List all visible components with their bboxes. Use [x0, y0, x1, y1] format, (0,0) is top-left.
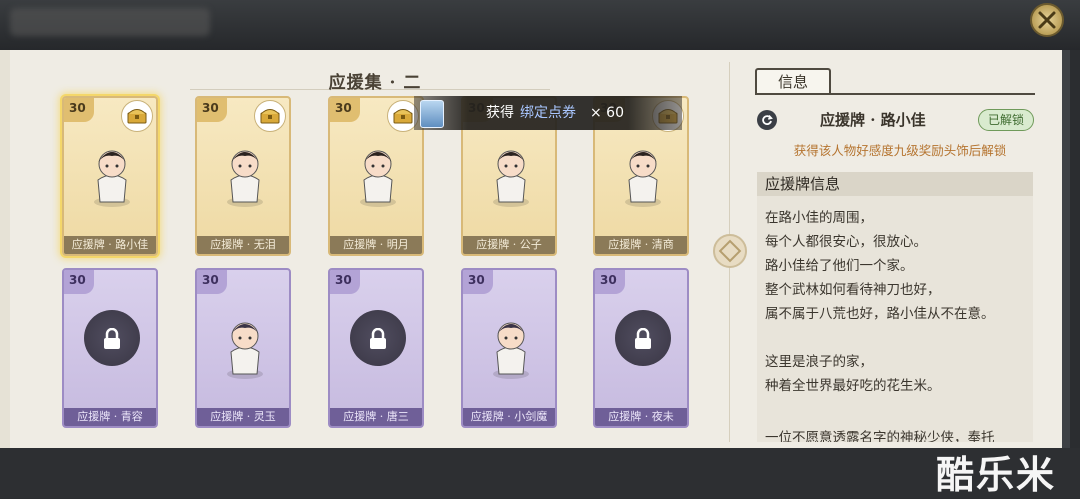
lock-icon — [368, 327, 388, 354]
bottom-bar — [0, 448, 1080, 498]
close-button[interactable] — [1030, 3, 1064, 37]
description-line: 每个人都很安心，很放心。 — [765, 234, 927, 250]
card-name: 应援牌 · 唐三 — [330, 408, 422, 426]
support-card[interactable]: 30 应援牌 · 唐三 — [328, 268, 424, 428]
panel-edge — [0, 50, 10, 448]
detail-title: 应援牌 · 路小佳 — [820, 111, 926, 129]
lock-icon — [633, 327, 653, 354]
description-line: 这里是浪子的家， — [765, 354, 873, 370]
support-card[interactable]: 30 应援牌 · 小剑魔 — [461, 268, 557, 428]
character-portrait — [621, 140, 665, 214]
card-name: 应援牌 · 明月 — [330, 236, 422, 254]
character-portrait — [90, 140, 134, 214]
ticket-icon — [420, 100, 444, 128]
reward-toast: 获得 绑定点券 × 60 — [414, 96, 682, 130]
card-name: 应援牌 · 清商 — [595, 236, 687, 254]
refresh-icon[interactable] — [757, 110, 777, 130]
support-card[interactable]: 30 应援牌 · 夜未 — [593, 268, 689, 428]
card-name: 应援牌 · 公子 — [463, 236, 555, 254]
close-icon — [1038, 11, 1056, 29]
description-line: 路小佳给了他们一个家。 — [765, 258, 914, 274]
status-badge: 已解锁 — [978, 109, 1034, 131]
lock-icon — [102, 327, 122, 354]
character-portrait — [223, 312, 267, 386]
card-level: 30 — [64, 270, 94, 294]
top-bar — [0, 0, 1080, 50]
card-level: 30 — [330, 98, 360, 122]
description-line: 一位不愿意透露名字的神秘少侠，奉托 — [765, 430, 995, 442]
toast-prefix: 获得 — [486, 105, 514, 121]
description-header: 应援牌信息 — [757, 172, 1033, 196]
character-portrait — [489, 140, 533, 214]
collection-title: 应援集 · 二 — [328, 73, 422, 93]
card-level: 30 — [330, 270, 360, 294]
card-level: 30 — [595, 270, 625, 294]
card-name: 应援牌 · 小剑魔 — [463, 408, 555, 426]
card-name: 应援牌 · 青容 — [64, 408, 156, 426]
tab-info[interactable]: 信息 — [755, 68, 831, 94]
card-level: 30 — [64, 98, 94, 122]
toast-item-name: 绑定点券 — [520, 105, 576, 121]
card-name: 应援牌 · 路小佳 — [64, 236, 156, 254]
toast-count: × 60 — [590, 105, 624, 121]
ornament-icon — [713, 234, 747, 268]
character-portrait — [489, 312, 533, 386]
card-name: 应援牌 · 夜未 — [595, 408, 687, 426]
card-level: 30 — [197, 98, 227, 122]
card-name: 应援牌 · 无泪 — [197, 236, 289, 254]
card-name: 应援牌 · 灵玉 — [197, 408, 289, 426]
top-bar-blurred-label — [10, 8, 210, 36]
support-card[interactable]: 30 应援牌 · 无泪 — [195, 96, 291, 256]
support-card[interactable]: 30 应援牌 · 青容 — [62, 268, 158, 428]
unlock-condition: 获得该人物好感度九级奖励头饰后解锁 — [793, 143, 1007, 158]
tab-underline — [755, 93, 1035, 95]
character-portrait — [356, 140, 400, 214]
watermark: 酷乐米 — [936, 453, 1057, 497]
support-card[interactable]: 30 应援牌 · 灵玉 — [195, 268, 291, 428]
description-line: 属不属于八荒也好，路小佳从不在意。 — [765, 306, 995, 322]
description-box[interactable]: 应援牌信息 在路小佳的周围， 每个人都很安心，很放心。 路小佳给了他们一个家。 … — [757, 172, 1033, 442]
chest-icon[interactable] — [254, 100, 286, 132]
description-line: 整个武林如何看待神刀也好， — [765, 282, 941, 298]
support-card[interactable]: 30 应援牌 · 路小佳 — [62, 96, 158, 256]
description-line: 种着全世界最好吃的花生米。 — [765, 378, 941, 394]
description-line: 在路小佳的周围， — [765, 210, 873, 226]
card-level: 30 — [197, 270, 227, 294]
card-level: 30 — [463, 270, 493, 294]
character-portrait — [223, 140, 267, 214]
chest-icon[interactable] — [121, 100, 153, 132]
support-card[interactable]: 30 应援牌 · 明月 — [328, 96, 424, 256]
